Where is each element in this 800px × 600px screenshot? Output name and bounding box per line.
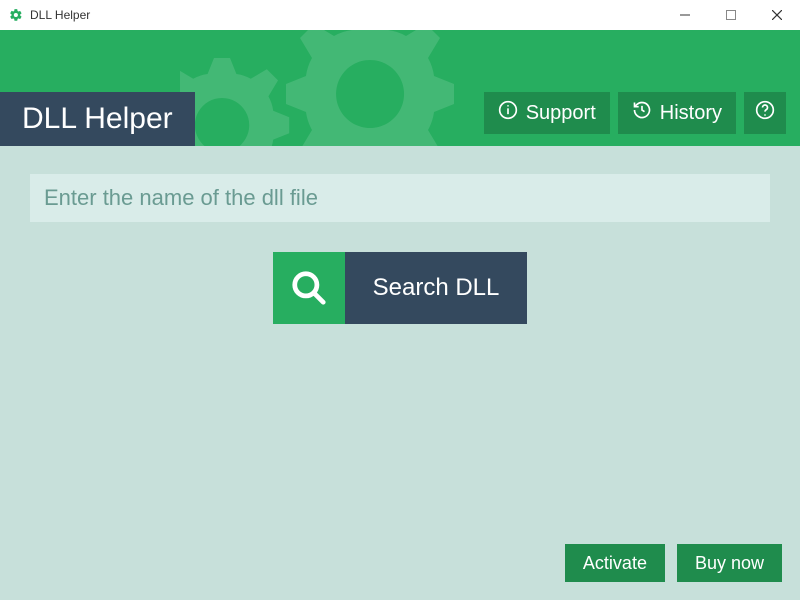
dll-search-input[interactable] [30, 174, 770, 222]
history-label: History [660, 102, 722, 125]
close-button[interactable] [754, 0, 800, 30]
search-button[interactable]: Search DLL [30, 252, 770, 324]
activate-label: Activate [583, 553, 647, 574]
footer-actions: Activate Buy now [565, 544, 782, 582]
support-button[interactable]: Support [484, 92, 610, 134]
app-title: DLL Helper [0, 92, 195, 146]
help-button[interactable] [744, 92, 786, 134]
window-controls [662, 0, 800, 30]
search-button-label: Search DLL [345, 252, 528, 324]
header: DLL Helper Support History [0, 30, 800, 146]
gears-decoration-icon [180, 30, 520, 146]
buy-now-button[interactable]: Buy now [677, 544, 782, 582]
activate-button[interactable]: Activate [565, 544, 665, 582]
info-icon [498, 100, 518, 126]
titlebar: DLL Helper [0, 0, 800, 30]
history-icon [632, 100, 652, 126]
main-area: Search DLL Activate Buy now [0, 146, 800, 600]
minimize-button[interactable] [662, 0, 708, 30]
window-title: DLL Helper [30, 8, 662, 22]
header-actions: Support History [484, 92, 786, 134]
maximize-button[interactable] [708, 0, 754, 30]
help-icon [755, 100, 775, 126]
support-label: Support [526, 102, 596, 125]
buy-now-label: Buy now [695, 553, 764, 574]
search-icon [273, 252, 345, 324]
app-gear-icon [8, 7, 24, 23]
history-button[interactable]: History [618, 92, 736, 134]
